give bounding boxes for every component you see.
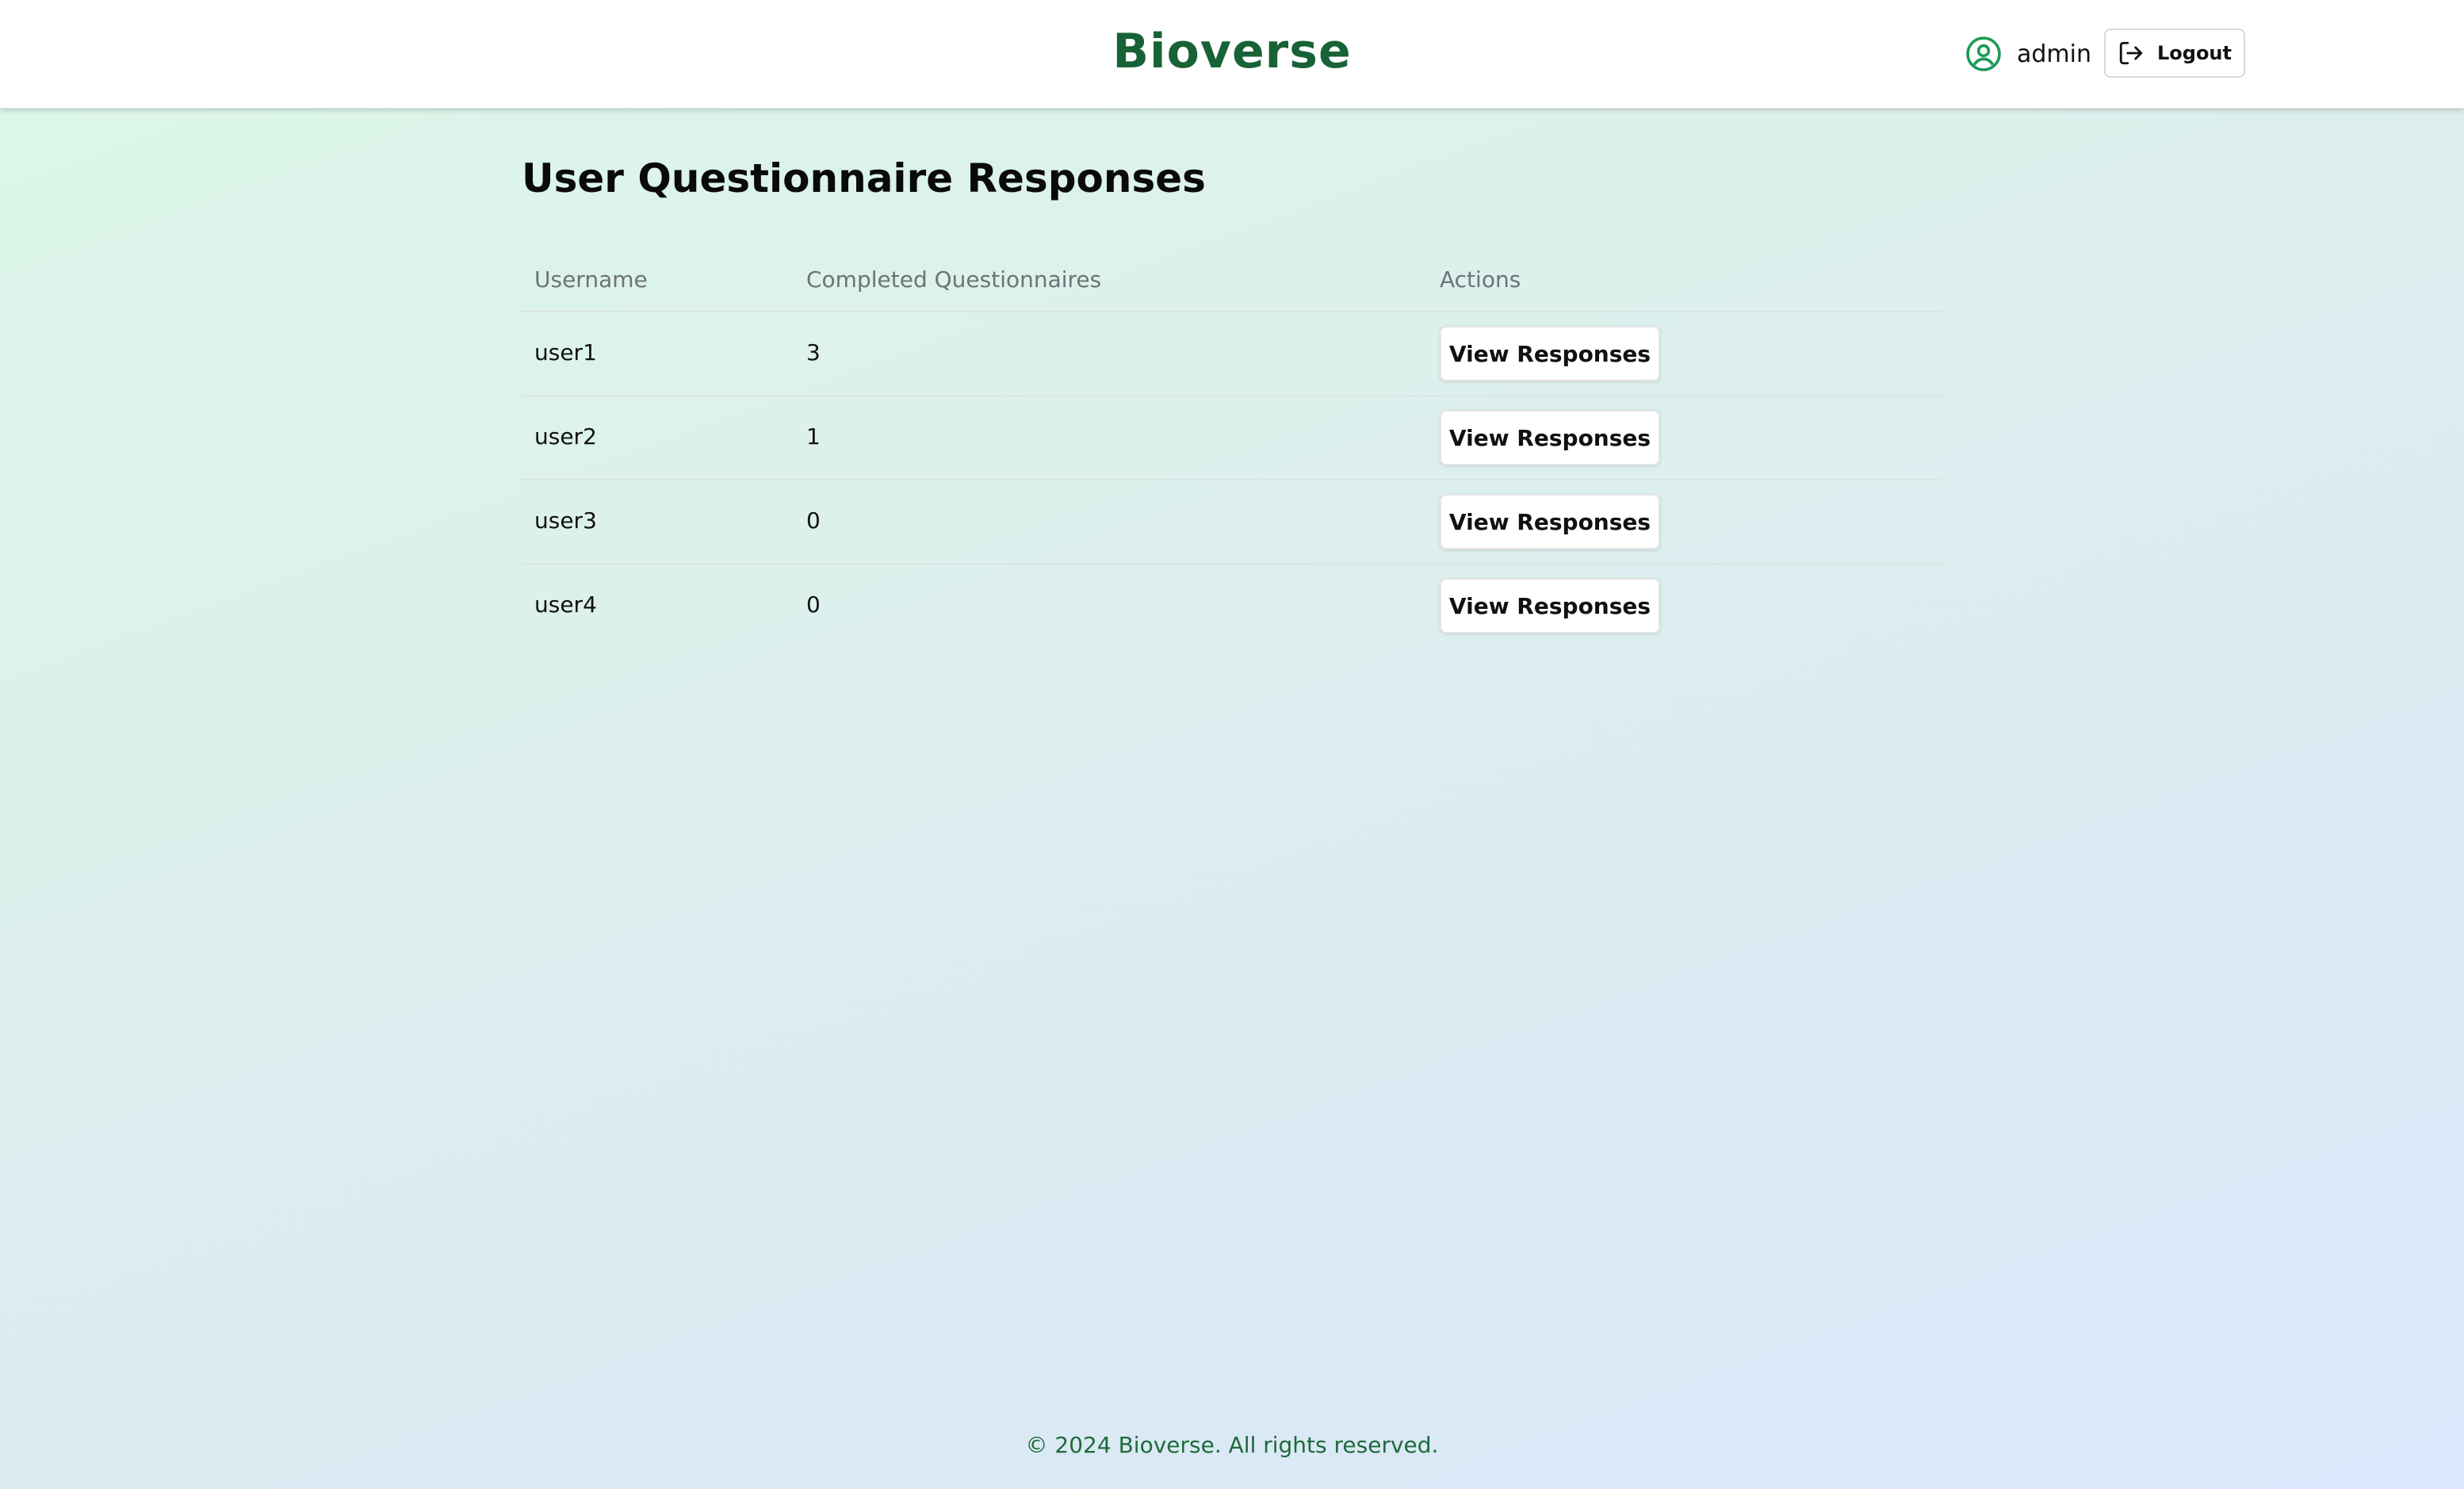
page-title: User Questionnaire Responses <box>522 155 1206 201</box>
user-profile: admin <box>1965 35 2091 73</box>
logout-button[interactable]: Logout <box>2104 29 2245 78</box>
column-header-completed: Completed Questionnaires <box>806 266 1102 293</box>
username-cell: user4 <box>534 591 597 618</box>
column-header-actions: Actions <box>1440 266 1521 293</box>
user-circle-icon <box>1966 36 2001 71</box>
table-header-row: Username Completed Questionnaires Action… <box>522 249 1942 312</box>
logout-icon <box>2119 41 2143 65</box>
completed-count-cell: 0 <box>806 507 821 534</box>
username-label: admin <box>2017 40 2091 68</box>
view-responses-button[interactable]: View Responses <box>1440 494 1660 549</box>
logout-label: Logout <box>2156 42 2232 64</box>
completed-count-cell: 1 <box>806 423 821 450</box>
completed-count-cell: 0 <box>806 591 821 618</box>
view-responses-button[interactable]: View Responses <box>1440 410 1660 465</box>
completed-count-cell: 3 <box>806 339 821 366</box>
responses-table: Username Completed Questionnaires Action… <box>522 249 1942 647</box>
username-cell: user1 <box>534 339 597 366</box>
table-row: user2 1 View Responses <box>522 396 1942 480</box>
username-cell: user3 <box>534 507 597 534</box>
top-header: Bioverse admin Logout <box>0 0 2464 109</box>
table-row: user1 3 View Responses <box>522 312 1942 396</box>
table-row: user3 0 View Responses <box>522 480 1942 565</box>
brand-logo[interactable]: Bioverse <box>0 24 2464 79</box>
column-header-username: Username <box>534 266 648 293</box>
table-row: user4 0 View Responses <box>522 565 1942 647</box>
footer-copyright: © 2024 Bioverse. All rights reserved. <box>1025 1432 1439 1458</box>
view-responses-button[interactable]: View Responses <box>1440 578 1660 633</box>
view-responses-button[interactable]: View Responses <box>1440 326 1660 381</box>
username-cell: user2 <box>534 423 597 450</box>
